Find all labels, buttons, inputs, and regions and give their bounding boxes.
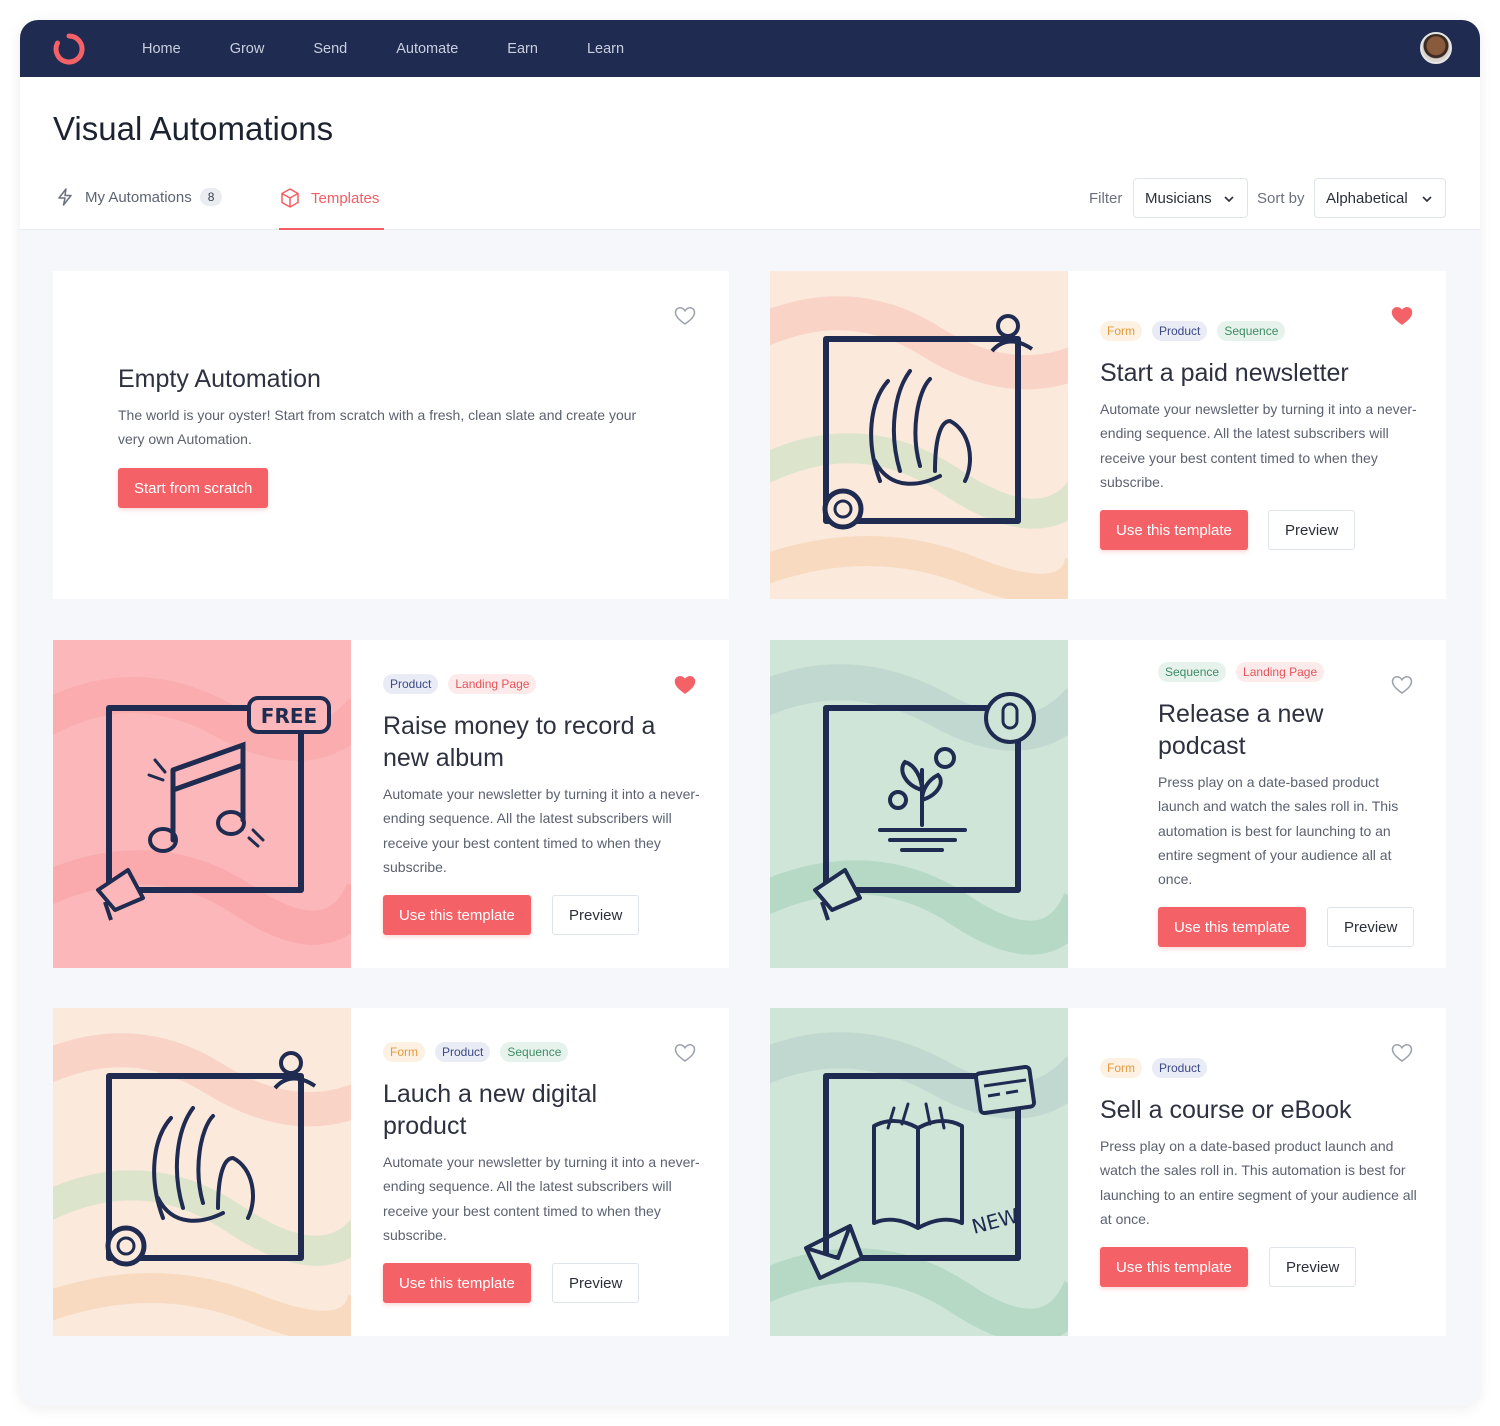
chevron-down-icon <box>1224 196 1234 203</box>
heart-filled-icon[interactable] <box>674 675 696 695</box>
use-template-button[interactable]: Use this template <box>383 1263 531 1303</box>
card-description: Press play on a date-based product launc… <box>1158 774 1399 888</box>
free-badge-text: FREE <box>261 704 317 728</box>
preview-button[interactable]: Preview <box>1269 1247 1357 1287</box>
card-title: Release a new podcast <box>1158 700 1324 760</box>
page-header: Visual Automations My Automations 8 Temp… <box>20 77 1480 230</box>
tag-sequence: Sequence <box>1217 321 1286 341</box>
template-card: Form Product Sequence Lauch a new digita… <box>53 1008 729 1336</box>
hand-illustration <box>53 1008 351 1336</box>
sort-label: Sort by <box>1257 190 1305 207</box>
tag-form: Form <box>1100 321 1142 341</box>
nav-earn[interactable]: Earn <box>507 41 538 57</box>
card-title: Empty Automation <box>118 365 321 393</box>
empty-automation-card: Empty Automation The world is your oyste… <box>53 271 729 599</box>
hand-icon <box>770 296 1068 599</box>
tag-list: Form Product Sequence <box>1100 321 1295 341</box>
nav-grow[interactable]: Grow <box>230 41 265 57</box>
preview-button[interactable]: Preview <box>552 1263 640 1303</box>
tag-product: Product <box>1152 321 1208 341</box>
tag-list: Form Product Sequence <box>383 1042 578 1062</box>
active-tab-indicator <box>279 228 384 230</box>
tag-form: Form <box>383 1042 425 1062</box>
cube-icon <box>281 188 299 208</box>
start-from-scratch-button[interactable]: Start from scratch <box>118 468 269 508</box>
filter-select[interactable]: Musicians <box>1133 178 1248 218</box>
tab-my-automations[interactable]: My Automations 8 <box>55 187 223 207</box>
card-title: Start a paid newsletter <box>1100 359 1349 387</box>
automations-count-badge: 8 <box>199 188 223 206</box>
heart-outline-icon[interactable] <box>674 1043 696 1063</box>
heart-outline-icon[interactable] <box>674 306 696 326</box>
tab-templates[interactable]: Templates <box>279 187 379 209</box>
tag-sequence: Sequence <box>500 1042 569 1062</box>
hand-illustration <box>770 271 1068 599</box>
card-description: The world is your oyster! Start from scr… <box>118 407 637 448</box>
tag-list: Form Product <box>1100 1058 1217 1078</box>
use-template-button[interactable]: Use this template <box>383 895 531 935</box>
hand-icon <box>53 1033 351 1336</box>
chevron-down-icon <box>1422 196 1432 203</box>
sort-value: Alphabetical <box>1326 189 1408 207</box>
tag-landing-page: Landing Page <box>1236 662 1325 682</box>
book-icon: NEW <box>770 1032 1068 1336</box>
card-description: Automate your newsletter by turning it i… <box>383 786 700 875</box>
card-description: Press play on a date-based product launc… <box>1100 1138 1417 1227</box>
card-title: Lauch a new digital product <box>383 1080 598 1140</box>
tab-my-automations-label: My Automations <box>85 188 192 206</box>
preview-button[interactable]: Preview <box>1327 907 1415 947</box>
tab-templates-label: Templates <box>311 189 380 207</box>
heart-outline-icon[interactable] <box>1391 675 1413 695</box>
page-title: Visual Automations <box>53 110 334 147</box>
user-avatar[interactable] <box>1420 32 1452 64</box>
sort-select[interactable]: Alphabetical <box>1314 178 1446 218</box>
nav-learn[interactable]: Learn <box>587 41 624 57</box>
heart-outline-icon[interactable] <box>1391 1043 1413 1063</box>
lightning-icon <box>58 188 72 206</box>
template-card: NEW Form Product Sell a course or eBook … <box>770 1008 1446 1336</box>
filter-value: Musicians <box>1145 189 1212 207</box>
music-note-icon: FREE <box>53 677 351 945</box>
nav-send[interactable]: Send <box>313 41 347 57</box>
template-card: FREE Product Landing Page Raise money to… <box>53 640 729 968</box>
heart-filled-icon[interactable] <box>1391 306 1413 326</box>
use-template-button[interactable]: Use this template <box>1100 1247 1248 1287</box>
preview-button[interactable]: Preview <box>552 895 640 935</box>
tag-product: Product <box>383 674 439 694</box>
convertkit-logo-icon[interactable] <box>52 32 86 66</box>
card-description: Automate your newsletter by turning it i… <box>1100 401 1417 490</box>
music-illustration: FREE <box>53 640 351 968</box>
tag-product: Product <box>1152 1058 1208 1078</box>
app-window: Home Grow Send Automate Earn Learn Visua… <box>20 20 1480 1406</box>
use-template-button[interactable]: Use this template <box>1100 510 1248 550</box>
tag-form: Form <box>1100 1058 1142 1078</box>
tag-landing-page: Landing Page <box>448 674 537 694</box>
template-card: Form Product Sequence Start a paid newsl… <box>770 271 1446 599</box>
filter-label: Filter <box>1089 190 1123 207</box>
card-description: Automate your newsletter by turning it i… <box>383 1154 700 1243</box>
tag-product: Product <box>435 1042 491 1062</box>
template-card: Sequence Landing Page Release a new podc… <box>770 640 1446 968</box>
nav-home[interactable]: Home <box>142 41 181 57</box>
book-illustration: NEW <box>770 1008 1068 1336</box>
card-title: Sell a course or eBook <box>1100 1096 1352 1124</box>
preview-button[interactable]: Preview <box>1268 510 1356 550</box>
card-title: Raise money to record a new album <box>383 712 656 772</box>
tag-sequence: Sequence <box>1158 662 1227 682</box>
tag-list: Product Landing Page <box>383 674 546 694</box>
tag-list: Sequence Landing Page <box>1158 662 1334 682</box>
nav-automate[interactable]: Automate <box>396 41 458 57</box>
new-badge-text: NEW <box>969 1203 1021 1239</box>
top-nav: Home Grow Send Automate Earn Learn <box>20 20 1480 77</box>
plant-icon <box>770 664 1068 955</box>
use-template-button[interactable]: Use this template <box>1158 907 1306 947</box>
plant-illustration <box>770 640 1068 968</box>
